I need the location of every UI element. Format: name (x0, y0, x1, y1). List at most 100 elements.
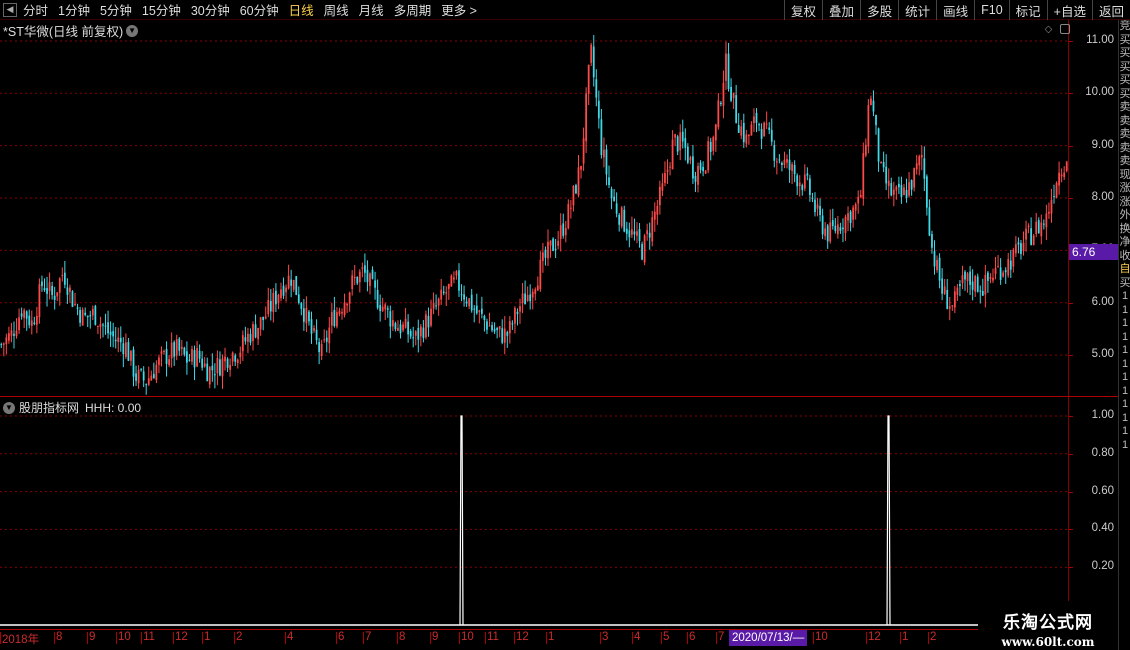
diamond-icon[interactable]: ◇ (1043, 24, 1054, 35)
candle-body (150, 375, 153, 381)
indicator-chart[interactable] (0, 397, 1068, 627)
candlestick-chart[interactable] (0, 20, 1068, 397)
candle-body (910, 180, 913, 190)
main-chart-icons: ◇ (1037, 24, 1070, 35)
candle-body (114, 339, 117, 342)
chevron-down-icon[interactable]: ▼ (126, 24, 139, 37)
candle-body (369, 273, 371, 287)
time-separator (202, 632, 203, 644)
side-strip-char: 1 (1121, 357, 1129, 370)
toolbar-button-8[interactable]: 返回 (1091, 0, 1130, 20)
toolbar-button-5[interactable]: F10 (974, 0, 1009, 20)
time-separator (661, 632, 662, 644)
toolbar-button-0[interactable]: 复权 (784, 0, 822, 20)
side-strip-char: 1 (1121, 344, 1129, 356)
candle-body (643, 235, 646, 263)
candle-body (188, 359, 191, 361)
candle-body (557, 240, 560, 246)
side-strip-char: 竞 (1119, 20, 1130, 32)
toolbar-button-2[interactable]: 多股 (860, 0, 898, 20)
period-tab-9[interactable]: 多周期 (389, 0, 437, 19)
candle-body (287, 275, 290, 289)
period-tab-10[interactable]: 更多 > (436, 0, 482, 19)
candle-body (20, 313, 23, 317)
candle-body (231, 352, 234, 362)
candle-body (628, 230, 631, 238)
candle-body (803, 174, 806, 189)
candle-body (661, 183, 664, 191)
time-separator (285, 632, 286, 644)
candle-body (1055, 183, 1058, 198)
toolbar-button-4[interactable]: 画线 (936, 0, 974, 20)
time-separator (928, 632, 929, 644)
candle-body (864, 144, 867, 156)
candle-body (714, 124, 717, 141)
candle-body (104, 325, 107, 327)
candle-body (470, 294, 473, 311)
toolbar-button-6[interactable]: 标记 (1008, 0, 1047, 20)
indicator-tick (1069, 529, 1073, 531)
period-tab-5[interactable]: 60分钟 (235, 0, 284, 19)
chevron-left-icon[interactable]: ◀ (3, 2, 17, 17)
candle-body (620, 207, 623, 227)
toolbar-button-1[interactable]: 叠加 (822, 0, 860, 20)
period-tab-7[interactable]: 周线 (319, 0, 354, 19)
candle-body (791, 164, 793, 172)
period-tab-4[interactable]: 30分钟 (186, 0, 235, 19)
period-tab-3[interactable]: 15分钟 (137, 0, 186, 19)
candle-body (976, 276, 979, 292)
candle-body (542, 252, 544, 261)
window-icon[interactable] (1060, 24, 1070, 34)
candle-body (127, 342, 130, 361)
candle-body (109, 331, 112, 335)
candle-body (56, 292, 59, 297)
time-cursor-label: 2020/07/13/— (729, 630, 808, 646)
candle-body (300, 303, 303, 309)
candle-body (163, 350, 165, 353)
candle-body (196, 348, 198, 367)
time-axis: 2018年 8 9 10 11 12 1 2 4 6 7 8 9 10 11 12 1 3 4 5 6 7 10 12 1 2 20… (0, 629, 1118, 646)
toolbar-button-3[interactable]: 统计 (898, 0, 936, 20)
candle-body (447, 283, 450, 289)
period-tab-1[interactable]: 1分钟 (53, 0, 95, 19)
candle-body (725, 53, 727, 81)
candle-body (51, 286, 54, 295)
period-tab-8[interactable]: 月线 (354, 0, 389, 19)
candle-body (94, 305, 97, 325)
candle-body (554, 248, 557, 250)
period-tab-0[interactable]: 分时 (18, 0, 53, 19)
candle-body (41, 281, 43, 287)
candle-body (948, 306, 951, 309)
candle-body (511, 323, 514, 325)
candle-body (58, 278, 61, 293)
candle-body (760, 128, 763, 139)
candle-body (35, 315, 38, 325)
period-tab-2[interactable]: 5分钟 (95, 0, 137, 19)
indicator-name: 股朋指标网 (19, 401, 80, 415)
candle-body (259, 317, 262, 330)
time-separator (363, 632, 364, 644)
time-label: 1 (902, 631, 909, 643)
candle-body (69, 287, 71, 292)
candle-body (686, 146, 689, 163)
period-tab-6[interactable]: 日线 (284, 0, 319, 19)
side-strip-char: 买 (1119, 87, 1130, 100)
candle-body (959, 284, 961, 287)
candle-body (595, 79, 598, 98)
time-label: 3 (602, 631, 609, 643)
candle-body (239, 352, 242, 358)
toolbar-button-7[interactable]: +自选 (1046, 0, 1092, 20)
candle-body (280, 289, 282, 299)
candle-body (877, 128, 880, 162)
candle-body (852, 207, 855, 220)
indicator-spike (459, 415, 464, 626)
candle-body (770, 129, 773, 142)
candle-body (336, 312, 338, 327)
time-separator (514, 632, 515, 644)
candle-body (905, 190, 908, 198)
candle-body (928, 207, 931, 236)
time-label: 11 (487, 631, 499, 643)
chevron-down-icon[interactable]: ▼ (3, 401, 15, 414)
candle-body (793, 165, 796, 175)
candle-body (488, 325, 491, 327)
